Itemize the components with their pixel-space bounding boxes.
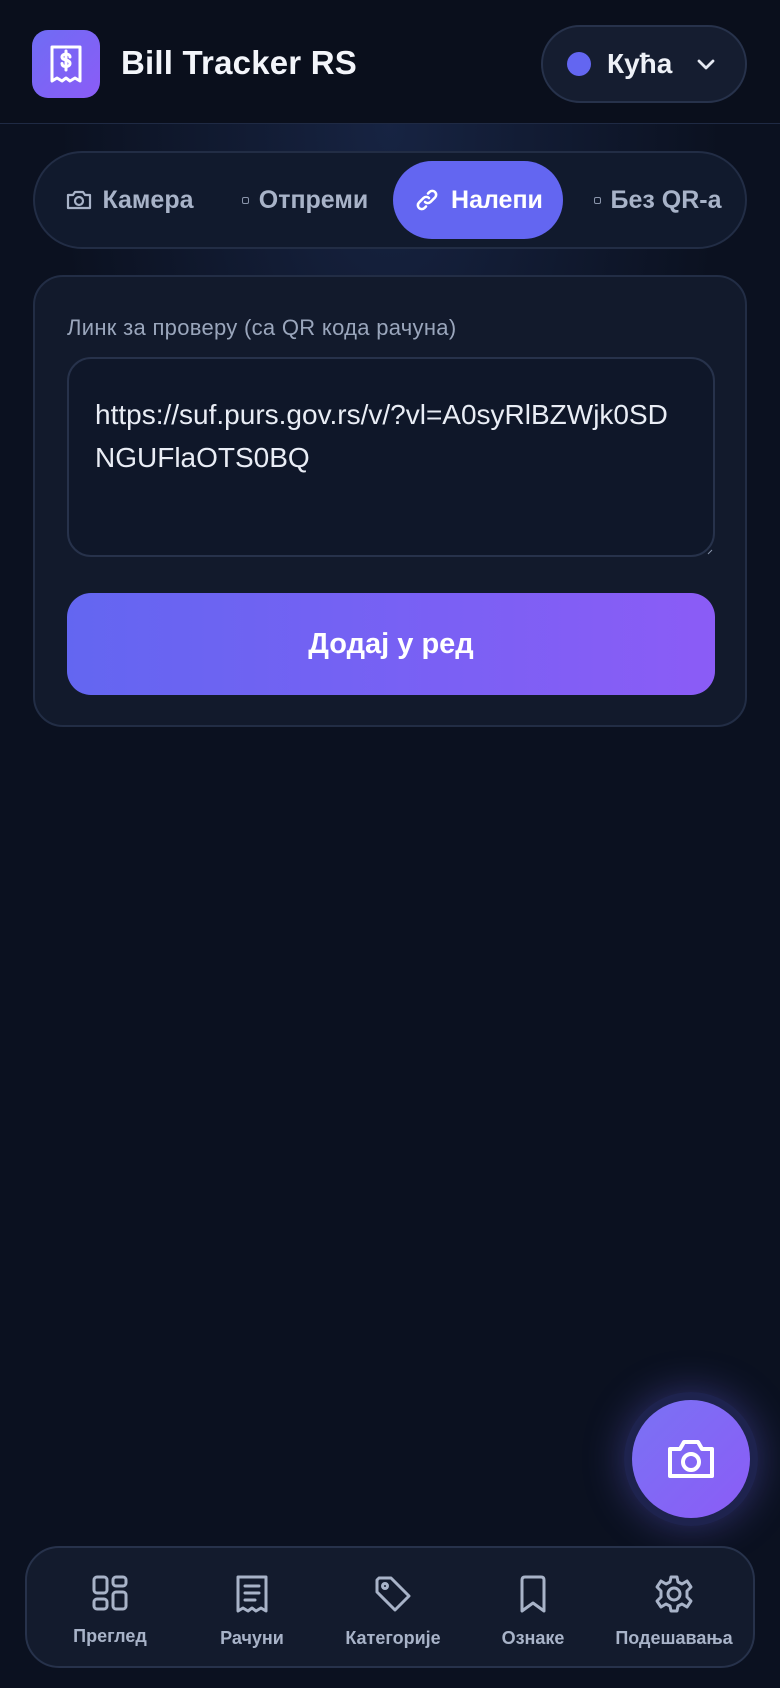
nav-item-overview[interactable]: Преглед <box>37 1574 183 1654</box>
household-name: Кућа <box>607 48 673 79</box>
tab-no-qr-label: Без QR-а <box>610 185 722 214</box>
nav-item-label: Категорије <box>345 1628 441 1648</box>
nav-item-bills[interactable]: Рачуни <box>179 1574 325 1654</box>
resize-grip-icon[interactable] <box>707 549 713 555</box>
nav-item-settings[interactable]: Подешавања <box>601 1574 747 1654</box>
tab-no-qr[interactable]: Без QR-а <box>575 161 740 239</box>
receipt-icon <box>236 1575 268 1613</box>
nav-item-label: Рачуни <box>220 1628 284 1648</box>
bookmark-icon <box>520 1575 546 1613</box>
paste-link-card: Линк за проверу (са QR кода рачуна) http… <box>33 275 747 727</box>
add-to-queue-button[interactable]: Додај у ред <box>67 593 715 695</box>
input-mode-tabs: Камера Отпреми Налепи Без QR-а <box>33 151 747 249</box>
verification-link-value: https://suf.purs.gov.rs/v/?vl=A0syRlBZWj… <box>95 399 668 474</box>
household-selector[interactable]: Кућа <box>541 25 747 103</box>
household-color-dot <box>567 52 591 76</box>
verification-link-label: Линк за проверу (са QR кода рачуна) <box>67 315 457 340</box>
bottom-navigation: Преглед Рачуни Категорије Ознаке Подешав… <box>25 1546 755 1668</box>
tab-paste[interactable]: Налепи <box>393 161 563 239</box>
chevron-down-icon <box>697 59 715 70</box>
app-header: Bill Tracker RS Кућа <box>0 0 780 124</box>
app-title: Bill Tracker RS <box>121 44 357 81</box>
camera-icon <box>67 190 92 210</box>
link-icon <box>416 189 438 211</box>
file-icon <box>241 196 249 204</box>
nav-item-label: Преглед <box>73 1626 147 1646</box>
app-logo <box>32 30 100 98</box>
scan-camera-fab[interactable] <box>632 1400 750 1518</box>
tab-upload[interactable]: Отпреми <box>225 161 385 239</box>
verification-link-input[interactable]: https://suf.purs.gov.rs/v/?vl=A0syRlBZWj… <box>67 357 715 557</box>
camera-icon <box>668 1440 714 1478</box>
tag-icon <box>375 1576 411 1612</box>
tab-upload-label: Отпреми <box>258 185 369 214</box>
tab-camera-label: Камера <box>102 185 194 214</box>
file-icon <box>593 196 601 204</box>
nav-item-label: Ознаке <box>501 1628 565 1648</box>
gear-icon <box>655 1575 693 1613</box>
receipt-dollar-icon <box>50 45 82 83</box>
nav-item-tags[interactable]: Ознаке <box>460 1574 606 1654</box>
tab-camera[interactable]: Камера <box>55 161 205 239</box>
tab-paste-label: Налепи <box>451 185 543 214</box>
nav-item-categories[interactable]: Категорије <box>320 1574 466 1654</box>
nav-item-label: Подешавања <box>615 1628 733 1648</box>
grid-icon <box>92 1575 128 1611</box>
